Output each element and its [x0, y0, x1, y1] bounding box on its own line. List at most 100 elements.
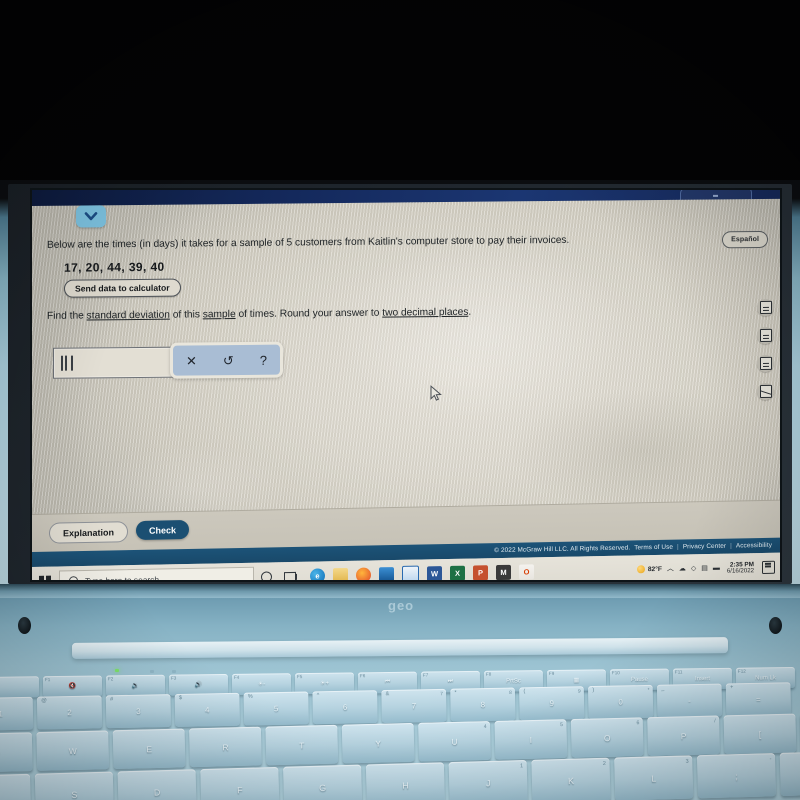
send-data-to-calculator-button[interactable]: Send data to calculator — [64, 278, 181, 298]
key-5[interactable]: % 5 — [243, 691, 309, 726]
key-h[interactable]: H — [365, 762, 446, 800]
key-fn-label: F11 — [674, 669, 683, 675]
key-o[interactable]: 6O — [570, 717, 644, 758]
windows-logo-icon — [39, 575, 51, 580]
network-icon[interactable]: ▤ — [701, 565, 708, 572]
key-w[interactable]: W — [36, 730, 110, 771]
chevron-up-icon[interactable]: ︿ — [667, 566, 674, 573]
cortana-button[interactable] — [254, 571, 278, 580]
periodic-table-icon[interactable] — [757, 326, 774, 345]
key-numpad-label: - — [769, 755, 772, 762]
key-symbol: + — [730, 684, 734, 691]
key-esc[interactable]: Esc — [0, 676, 40, 698]
glossary-link-sample[interactable]: sample — [203, 309, 236, 320]
key--[interactable]: -; — [696, 753, 777, 799]
key-u[interactable]: 4U — [418, 721, 491, 762]
start-button[interactable] — [32, 567, 58, 580]
key-9[interactable]: (9 9 — [519, 686, 585, 721]
reference-sheet-glyph — [759, 356, 772, 371]
laptop-keyboard: EscF1🔇F2🔉F3🔊F4☀-F5☀+F6⏮F7⏭F8PrtScF9▦F10P… — [0, 667, 800, 800]
key-2[interactable]: @2 — [36, 695, 103, 730]
key-label: 3 — [136, 706, 141, 716]
key-3[interactable]: #3 — [105, 694, 172, 729]
key-label: [ — [758, 728, 762, 739]
excel-icon[interactable]: X — [450, 565, 465, 580]
calculator-icon[interactable] — [757, 298, 774, 317]
onedrive-icon[interactable]: ☁ — [679, 565, 686, 572]
battery-icon[interactable]: ▬ — [713, 565, 720, 572]
accessibility-link[interactable]: Accessibility — [736, 542, 772, 550]
key-label: 5 — [273, 703, 279, 714]
key-label: J — [485, 777, 491, 789]
dropbox-icon[interactable]: ◇ — [691, 565, 696, 572]
key--[interactable]: ' — [779, 750, 800, 797]
chevron-down-icon — [84, 212, 98, 221]
glossary-link-two-decimal-places[interactable]: two decimal places — [382, 307, 468, 319]
office-icon[interactable]: O — [519, 564, 534, 580]
key--[interactable]: + = — [725, 682, 792, 717]
key-symbol: $ — [178, 694, 183, 702]
key-8[interactable]: * 8 8 — [450, 687, 516, 722]
key-y[interactable]: Y — [341, 722, 415, 764]
calculator-glyph — [759, 300, 772, 315]
task-view-button[interactable] — [278, 571, 302, 580]
glossary-link-standard-deviation[interactable]: standard deviation — [87, 310, 170, 322]
key-r[interactable]: R — [189, 726, 262, 768]
key--[interactable]: _ - — [656, 683, 723, 718]
copyright-text: © 2022 McGraw Hill LLC. All Rights Reser… — [494, 544, 631, 555]
clock[interactable]: 2:35 PM 6/16/2022 — [727, 561, 754, 576]
key-symbol: ( — [523, 688, 526, 695]
key-s[interactable]: S — [34, 771, 114, 800]
message-icon[interactable] — [757, 382, 774, 401]
key-g[interactable]: G — [283, 764, 363, 800]
key-j[interactable]: 1J — [448, 759, 528, 800]
privacy-center-link[interactable]: Privacy Center — [683, 543, 726, 551]
clear-button[interactable]: ✕ — [186, 353, 197, 368]
onenote-icon[interactable]: M — [496, 564, 511, 580]
powerpoint-icon[interactable]: P — [473, 565, 488, 580]
key-fn-label: F2 — [107, 676, 114, 682]
terms-of-use-link[interactable]: Terms of Use — [634, 544, 673, 552]
undo-button[interactable]: ↺ — [223, 353, 234, 368]
key-t[interactable]: T — [265, 724, 339, 766]
key-numpad-label: 2 — [602, 760, 606, 767]
collapse-chevron-button[interactable] — [76, 205, 106, 228]
key-f2[interactable]: F2 🔉 — [105, 674, 166, 697]
key-0[interactable]: ) * 0 — [587, 684, 654, 719]
search-input[interactable]: Type here to search — [59, 566, 254, 580]
espanol-button[interactable]: Español — [722, 230, 768, 249]
key--[interactable]: [ — [723, 713, 797, 755]
file-explorer-icon[interactable] — [333, 567, 348, 580]
key-i[interactable]: 5I — [494, 719, 568, 760]
word-icon[interactable]: W — [427, 566, 442, 580]
key-4[interactable]: $4 — [174, 692, 240, 727]
key-label: E — [146, 743, 153, 754]
firefox-icon[interactable] — [356, 567, 371, 580]
screen-glare-2 — [512, 388, 772, 512]
edge-icon[interactable]: e — [310, 568, 325, 580]
key-symbol: * — [454, 689, 457, 697]
key-a[interactable]: A — [0, 773, 32, 800]
key-f[interactable]: F — [200, 766, 280, 800]
key-p[interactable]: / P — [647, 715, 720, 756]
key-f1[interactable]: F1 🔇 — [42, 675, 103, 698]
key-label: P — [680, 730, 687, 741]
explanation-button[interactable]: Explanation — [49, 521, 129, 544]
key-l[interactable]: 3L — [614, 755, 694, 800]
key-k[interactable]: 2K — [531, 757, 611, 800]
action-center-icon[interactable] — [762, 560, 775, 574]
help-button[interactable]: ? — [260, 352, 267, 367]
key-1[interactable]: !1 — [0, 696, 34, 731]
key-7[interactable]: & 7 7 — [381, 688, 447, 723]
mail-icon[interactable] — [402, 565, 419, 580]
key-d[interactable]: D — [117, 769, 197, 800]
key-6[interactable]: ^ 6 — [312, 690, 378, 725]
microsoft-store-icon[interactable] — [379, 567, 394, 580]
weather-widget[interactable]: 82°F — [636, 565, 662, 574]
key-e[interactable]: E — [112, 728, 186, 770]
key-q[interactable]: Q — [0, 732, 33, 773]
laptop-photo: Español Below are the times (in days) it… — [0, 0, 800, 800]
reference-sheet-icon[interactable] — [757, 354, 774, 373]
key-numpad-label: * — [647, 687, 650, 693]
check-button[interactable]: Check — [136, 519, 190, 541]
